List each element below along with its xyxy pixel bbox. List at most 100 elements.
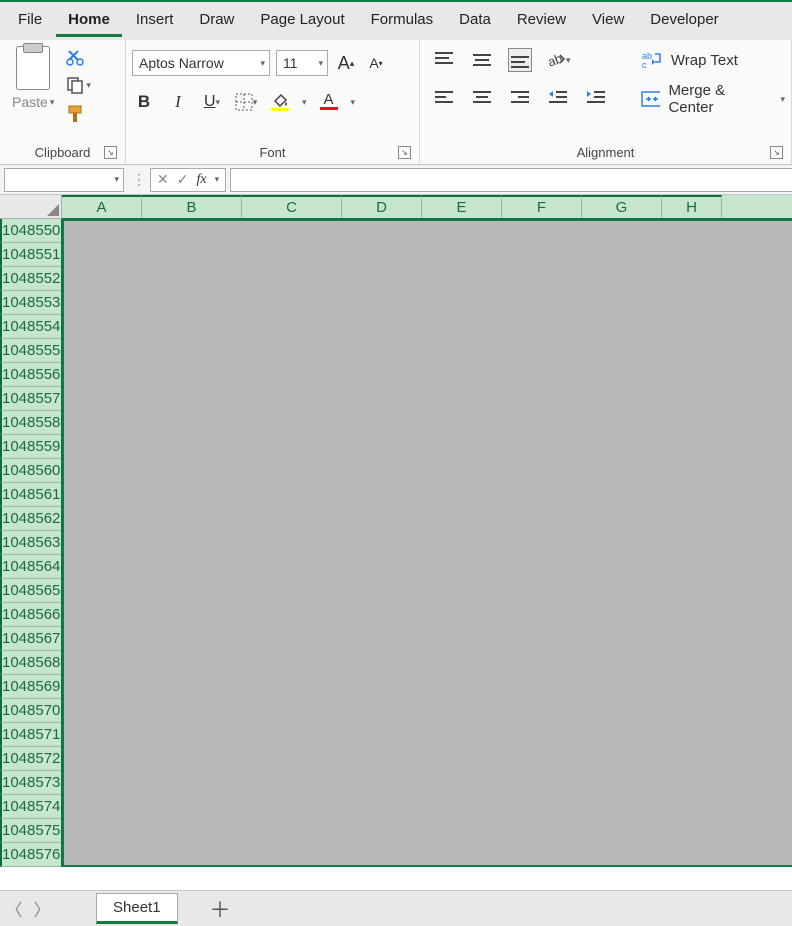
name-box[interactable]: ▾	[4, 168, 124, 192]
align-right-button[interactable]	[508, 86, 532, 110]
column-header[interactable]: A	[62, 195, 142, 218]
insert-function-button[interactable]: fx	[196, 172, 206, 188]
clipboard-dialog-launcher[interactable]: ↘	[104, 146, 117, 159]
scroll-sheets-left[interactable]: 〈	[0, 896, 28, 921]
row-header[interactable]: 1048571	[0, 723, 61, 747]
row-header[interactable]: 1048575	[0, 819, 61, 843]
row-headers[interactable]: 1048550104855110485521048553104855410485…	[0, 219, 62, 867]
decrease-indent-button[interactable]	[546, 86, 570, 110]
font-size-select[interactable]: 11 ▾	[276, 50, 328, 76]
enter-formula-button[interactable]: ✓	[177, 171, 189, 188]
font-dialog-launcher[interactable]: ↘	[398, 146, 411, 159]
tab-page-layout[interactable]: Page Layout	[248, 5, 356, 37]
merge-center-label: Merge & Center	[668, 82, 762, 116]
row-header[interactable]: 1048565	[0, 579, 61, 603]
column-header[interactable]: C	[242, 195, 342, 218]
align-bottom-button[interactable]	[508, 48, 532, 72]
row-header[interactable]: 1048550	[0, 219, 61, 243]
row-header[interactable]: 1048557	[0, 387, 61, 411]
column-header[interactable]: H	[662, 195, 722, 218]
tab-developer[interactable]: Developer	[638, 5, 730, 37]
column-header[interactable]: F	[502, 195, 582, 218]
italic-button[interactable]: I	[166, 90, 190, 114]
increase-indent-button[interactable]	[584, 86, 608, 110]
chevron-down-icon: ▾	[216, 97, 221, 108]
row-header[interactable]: 1048566	[0, 603, 61, 627]
increase-indent-icon	[585, 89, 607, 107]
align-left-icon	[433, 89, 455, 107]
worksheet-grid[interactable]: ABCDEFGH 1048550104855110485521048553104…	[0, 195, 792, 867]
row-header[interactable]: 1048570	[0, 699, 61, 723]
column-header[interactable]: B	[142, 195, 242, 218]
row-header[interactable]: 1048562	[0, 507, 61, 531]
row-header[interactable]: 1048553	[0, 291, 61, 315]
column-header[interactable]: E	[422, 195, 502, 218]
align-left-button[interactable]	[432, 86, 456, 110]
select-all-corner[interactable]	[0, 195, 62, 219]
underline-button[interactable]: U▾	[200, 90, 224, 114]
row-header[interactable]: 1048559	[0, 435, 61, 459]
row-header[interactable]: 1048569	[0, 675, 61, 699]
cancel-formula-button[interactable]: ✕	[157, 171, 169, 188]
tab-review[interactable]: Review	[505, 5, 578, 37]
row-header[interactable]: 1048555	[0, 339, 61, 363]
tab-data[interactable]: Data	[447, 5, 503, 37]
chevron-down-icon[interactable]: ▾	[351, 97, 356, 108]
scroll-sheets-right[interactable]: 〉	[28, 896, 56, 921]
row-header[interactable]: 1048576	[0, 843, 61, 867]
tab-formulas[interactable]: Formulas	[359, 5, 446, 37]
align-top-button[interactable]	[432, 48, 456, 72]
row-header[interactable]: 1048564	[0, 555, 61, 579]
sheet-tab-active[interactable]: Sheet1	[96, 893, 178, 924]
column-header[interactable]: D	[342, 195, 422, 218]
increase-font-button[interactable]: A▴	[334, 51, 358, 75]
tab-draw[interactable]: Draw	[187, 5, 246, 37]
align-middle-button[interactable]	[470, 48, 494, 72]
bold-button[interactable]: B	[132, 90, 156, 114]
row-header[interactable]: 1048560	[0, 459, 61, 483]
row-header[interactable]: 1048573	[0, 771, 61, 795]
tab-home[interactable]: Home	[56, 5, 122, 37]
merge-center-button[interactable]: Merge & Center ▾	[641, 82, 785, 116]
copy-button[interactable]: ▾	[66, 76, 91, 94]
paste-icon[interactable]	[16, 46, 50, 90]
column-headers[interactable]: ABCDEFGH	[62, 195, 792, 219]
chevron-down-icon: ▾	[314, 58, 323, 69]
font-color-button[interactable]: A	[317, 90, 341, 114]
tab-file[interactable]: File	[6, 5, 54, 37]
group-font: Aptos Narrow ▾ 11 ▾ A▴ A▾ B I U▾ ▾	[126, 40, 420, 164]
wrap-text-button[interactable]: abc Wrap Text	[641, 50, 785, 70]
row-header[interactable]: 1048563	[0, 531, 61, 555]
column-header[interactable]: G	[582, 195, 662, 218]
alignment-dialog-launcher[interactable]: ↘	[770, 146, 783, 159]
add-sheet-button[interactable]: ＋	[210, 894, 231, 924]
tab-insert[interactable]: Insert	[124, 5, 186, 37]
row-header[interactable]: 1048556	[0, 363, 61, 387]
formula-input[interactable]	[230, 168, 792, 192]
row-header[interactable]: 1048554	[0, 315, 61, 339]
row-header[interactable]: 1048552	[0, 267, 61, 291]
decrease-font-button[interactable]: A▾	[364, 51, 388, 75]
row-header[interactable]: 1048574	[0, 795, 61, 819]
row-header[interactable]: 1048568	[0, 651, 61, 675]
svg-text:ab: ab	[546, 51, 564, 69]
row-header[interactable]: 1048551	[0, 243, 61, 267]
font-name-select[interactable]: Aptos Narrow ▾	[132, 50, 270, 76]
formula-bar: ▾ ⋮ ✕ ✓ fx ▾	[0, 165, 792, 195]
align-center-button[interactable]	[470, 86, 494, 110]
row-header[interactable]: 1048567	[0, 627, 61, 651]
fill-color-button[interactable]	[268, 90, 292, 114]
align-top-icon	[433, 51, 455, 69]
row-header[interactable]: 1048572	[0, 747, 61, 771]
align-bottom-icon	[509, 51, 531, 69]
cells-area[interactable]	[62, 219, 792, 867]
orientation-button[interactable]: ab▾	[546, 48, 571, 72]
row-header[interactable]: 1048558	[0, 411, 61, 435]
paste-button[interactable]: Paste ▾	[12, 94, 54, 110]
chevron-down-icon[interactable]: ▾	[302, 97, 307, 108]
tab-view[interactable]: View	[580, 5, 636, 37]
format-painter-button[interactable]	[66, 104, 91, 124]
borders-button[interactable]: ▾	[234, 90, 258, 114]
cut-button[interactable]	[66, 48, 91, 66]
row-header[interactable]: 1048561	[0, 483, 61, 507]
